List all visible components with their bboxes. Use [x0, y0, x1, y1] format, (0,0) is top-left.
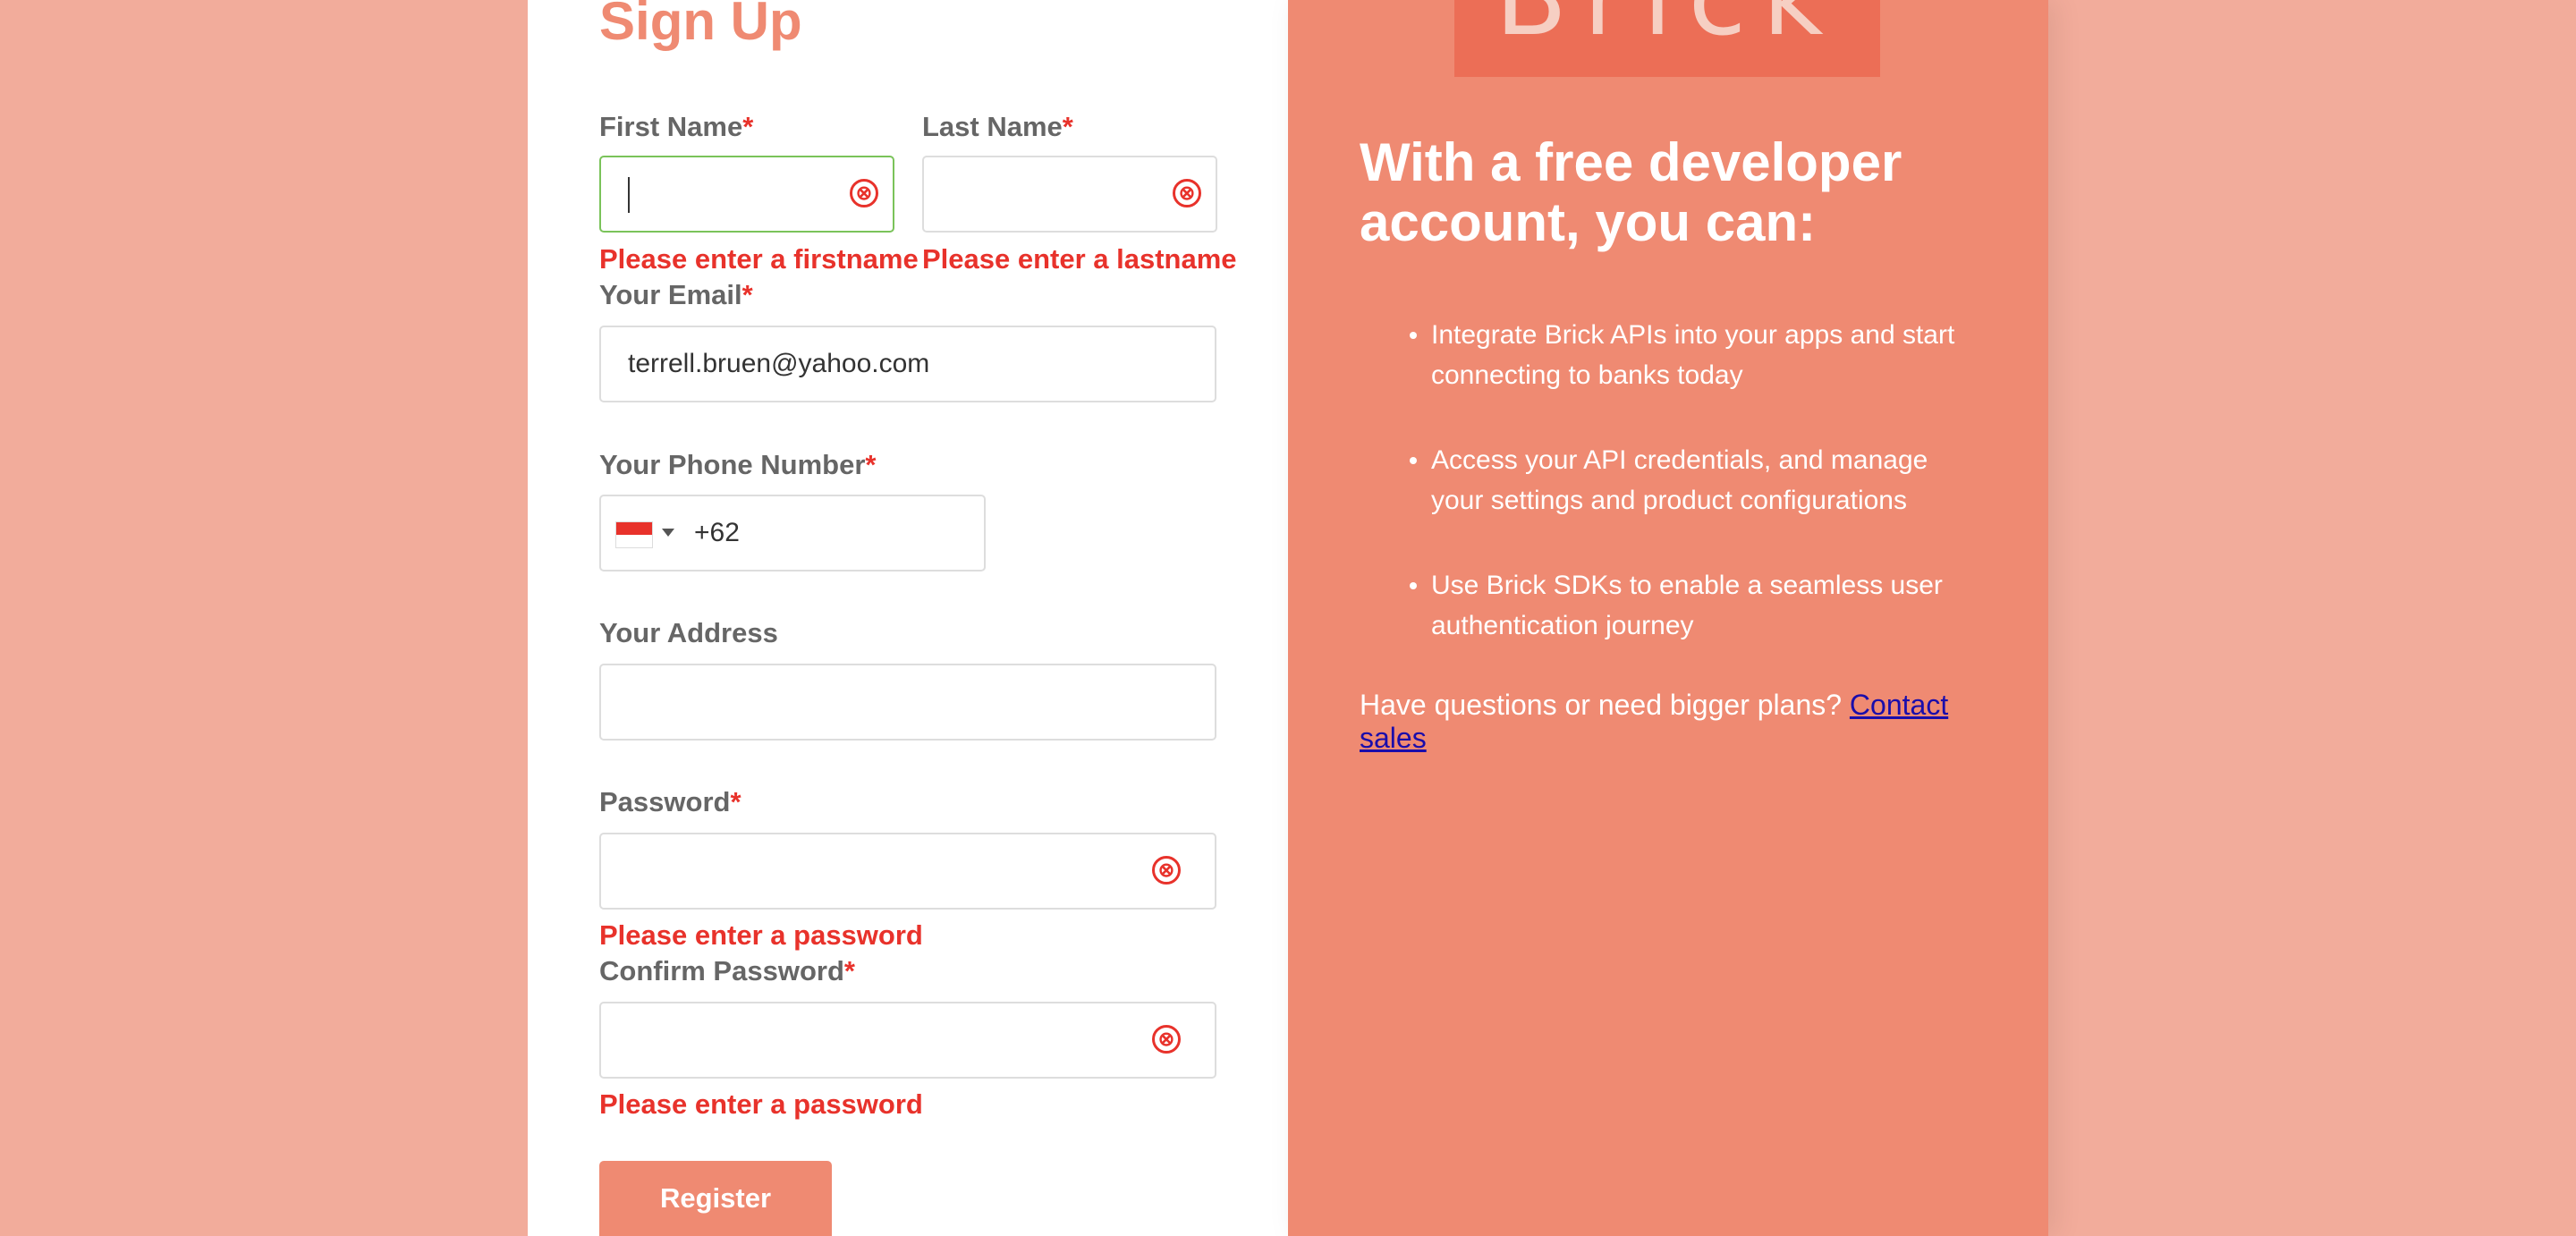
required-mark: *	[742, 111, 754, 142]
list-item: Integrate Brick APIs into your apps and …	[1360, 315, 1986, 395]
phone-label-text: Your Phone Number	[599, 449, 866, 480]
contact-question: Have questions or need bigger plans?	[1360, 689, 1843, 721]
confirm-password-label-text: Confirm Password	[599, 955, 844, 986]
email-label-text: Your Email	[599, 279, 742, 310]
required-mark: *	[1062, 111, 1073, 142]
required-mark: *	[865, 449, 877, 480]
list-item: Access your API credentials, and manage …	[1360, 440, 1986, 521]
signup-form-panel: Sign Up First Name* ⊗ Please enter a fir…	[528, 0, 1288, 1236]
phone-field[interactable]: +62	[599, 495, 986, 571]
brick-logo: Brick	[1454, 0, 1880, 77]
password-label: Password*	[599, 786, 741, 818]
promo-headline: With a free developer account, you can:	[1360, 132, 1902, 252]
confirm-password-field[interactable]: ⊗	[599, 1002, 1216, 1079]
email-field[interactable]	[599, 326, 1216, 402]
contact-text: Have questions or need bigger plans? Con…	[1360, 689, 1986, 755]
feature-list: Integrate Brick APIs into your apps and …	[1360, 315, 1986, 690]
logo-text: Brick	[1454, 0, 1880, 59]
last-name-field[interactable]: ⊗	[922, 156, 1217, 233]
first-name-label: First Name*	[599, 111, 753, 143]
first-name-label-text: First Name	[599, 111, 743, 142]
clear-error-icon[interactable]: ⊗	[1152, 1025, 1181, 1054]
promo-panel: Brick With a free developer account, you…	[1288, 0, 2048, 1236]
email-label: Your Email*	[599, 279, 753, 311]
register-button[interactable]: Register	[599, 1161, 832, 1236]
first-name-field[interactable]: ⊗	[599, 156, 894, 233]
first-name-error: Please enter a firstname	[599, 243, 919, 275]
address-label: Your Address	[599, 617, 778, 648]
required-mark: *	[730, 786, 741, 817]
chevron-down-icon[interactable]	[662, 529, 674, 537]
address-field[interactable]	[599, 664, 1216, 741]
clear-error-icon[interactable]: ⊗	[1152, 856, 1181, 885]
list-item: Use Brick SDKs to enable a seamless user…	[1360, 565, 1986, 646]
page-title: Sign Up	[599, 0, 802, 51]
password-input[interactable]	[601, 834, 1215, 908]
required-mark: *	[741, 279, 753, 310]
last-name-label-text: Last Name	[922, 111, 1063, 142]
phone-label: Your Phone Number*	[599, 449, 876, 481]
address-input[interactable]	[601, 665, 1215, 739]
indonesia-flag-icon[interactable]	[615, 521, 653, 548]
clear-error-icon[interactable]: ⊗	[850, 179, 878, 207]
last-name-label: Last Name*	[922, 111, 1073, 143]
confirm-password-label: Confirm Password*	[599, 955, 855, 987]
clear-error-icon[interactable]: ⊗	[1173, 179, 1201, 207]
dial-code: +62	[694, 518, 740, 547]
password-field[interactable]: ⊗	[599, 833, 1216, 910]
required-mark: *	[843, 955, 855, 986]
password-error: Please enter a password	[599, 919, 923, 951]
last-name-error: Please enter a lastname	[922, 243, 1237, 275]
email-input[interactable]	[601, 327, 1215, 401]
text-caret	[628, 177, 630, 213]
confirm-password-input[interactable]	[601, 1003, 1215, 1077]
password-label-text: Password	[599, 786, 731, 817]
confirm-password-error: Please enter a password	[599, 1088, 923, 1120]
